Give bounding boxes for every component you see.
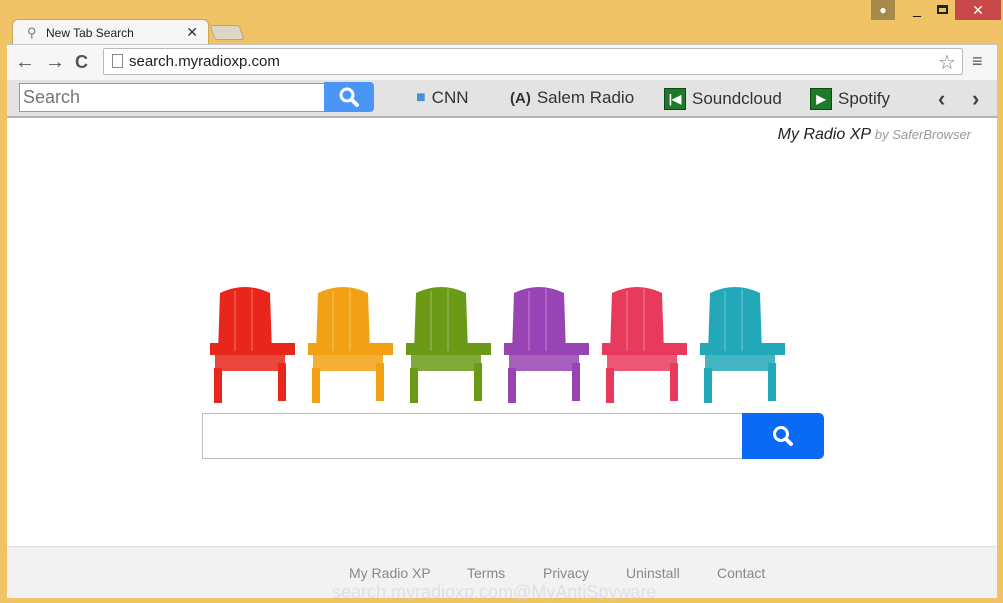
chair [700,287,785,403]
address-bar[interactable]: search.myradioxp.com [103,48,963,75]
bookmarks-next-button[interactable]: › [972,86,979,112]
bookmark-spotify[interactable]: ▶ Spotify [810,88,890,110]
toolbar-search-input[interactable] [19,83,325,112]
bookmarks-prev-button[interactable]: ‹ [938,86,945,112]
search-icon: ⚲ [27,25,37,40]
close-window-button[interactable]: ✕ [955,0,1001,20]
radio-tower-icon: (A) [510,89,531,107]
menu-button[interactable]: ≡ [972,51,983,72]
user-profile-button[interactable]: ● [871,0,895,20]
page-icon [112,54,123,68]
toolbar-search-button[interactable] [324,82,374,112]
main-search-input[interactable] [202,413,743,459]
forward-button[interactable]: → [45,51,65,74]
user-icon: ● [879,3,887,17]
tab-close-button[interactable]: ✕ [186,24,198,41]
back-button[interactable]: ← [15,51,35,74]
maximize-button[interactable] [930,0,954,20]
footer-link-terms[interactable]: Terms [467,565,505,581]
new-tab-button[interactable] [209,25,245,40]
search-icon [773,426,793,446]
tab-title: New Tab Search [46,26,134,40]
footer-link-contact[interactable]: Contact [717,565,765,581]
bookmark-cnn[interactable]: ■ CNN [416,88,469,108]
bookmark-salem-radio[interactable]: (A) Salem Radio [510,88,634,108]
reload-button[interactable]: C [75,52,88,73]
footer-link-privacy[interactable]: Privacy [543,565,589,581]
chair [210,287,295,403]
url-text: search.myradioxp.com [129,53,280,70]
play-icon: ▶ [810,88,832,110]
bookmark-soundcloud[interactable]: |◀ Soundcloud [664,88,782,110]
skip-back-icon: |◀ [664,88,686,110]
chat-bubbles-icon: ■ [416,89,426,106]
footer-link-uninstall[interactable]: Uninstall [626,565,680,581]
chair [602,287,687,403]
search-icon [339,87,359,107]
bookmark-star-button[interactable]: ☆ [938,50,956,75]
chairs-banner-image [210,287,785,403]
chair [504,287,589,403]
brand-title: My Radio XP by SaferBrowser [777,126,971,143]
watermark: search.myradioxp.com@MyAntiSpyware [332,582,657,602]
main-search-button[interactable] [742,413,824,459]
footer-link-my-radio-xp[interactable]: My Radio XP [349,565,431,581]
maximize-icon [936,5,948,14]
tab-new-tab-search[interactable]: ⚲ New Tab Search ✕ [12,19,209,46]
chair [308,287,393,403]
chair [406,287,491,403]
minimize-button[interactable]: _ [905,0,929,20]
page-content: My Radio XP by SaferBrowser My Radio XP … [7,118,997,598]
